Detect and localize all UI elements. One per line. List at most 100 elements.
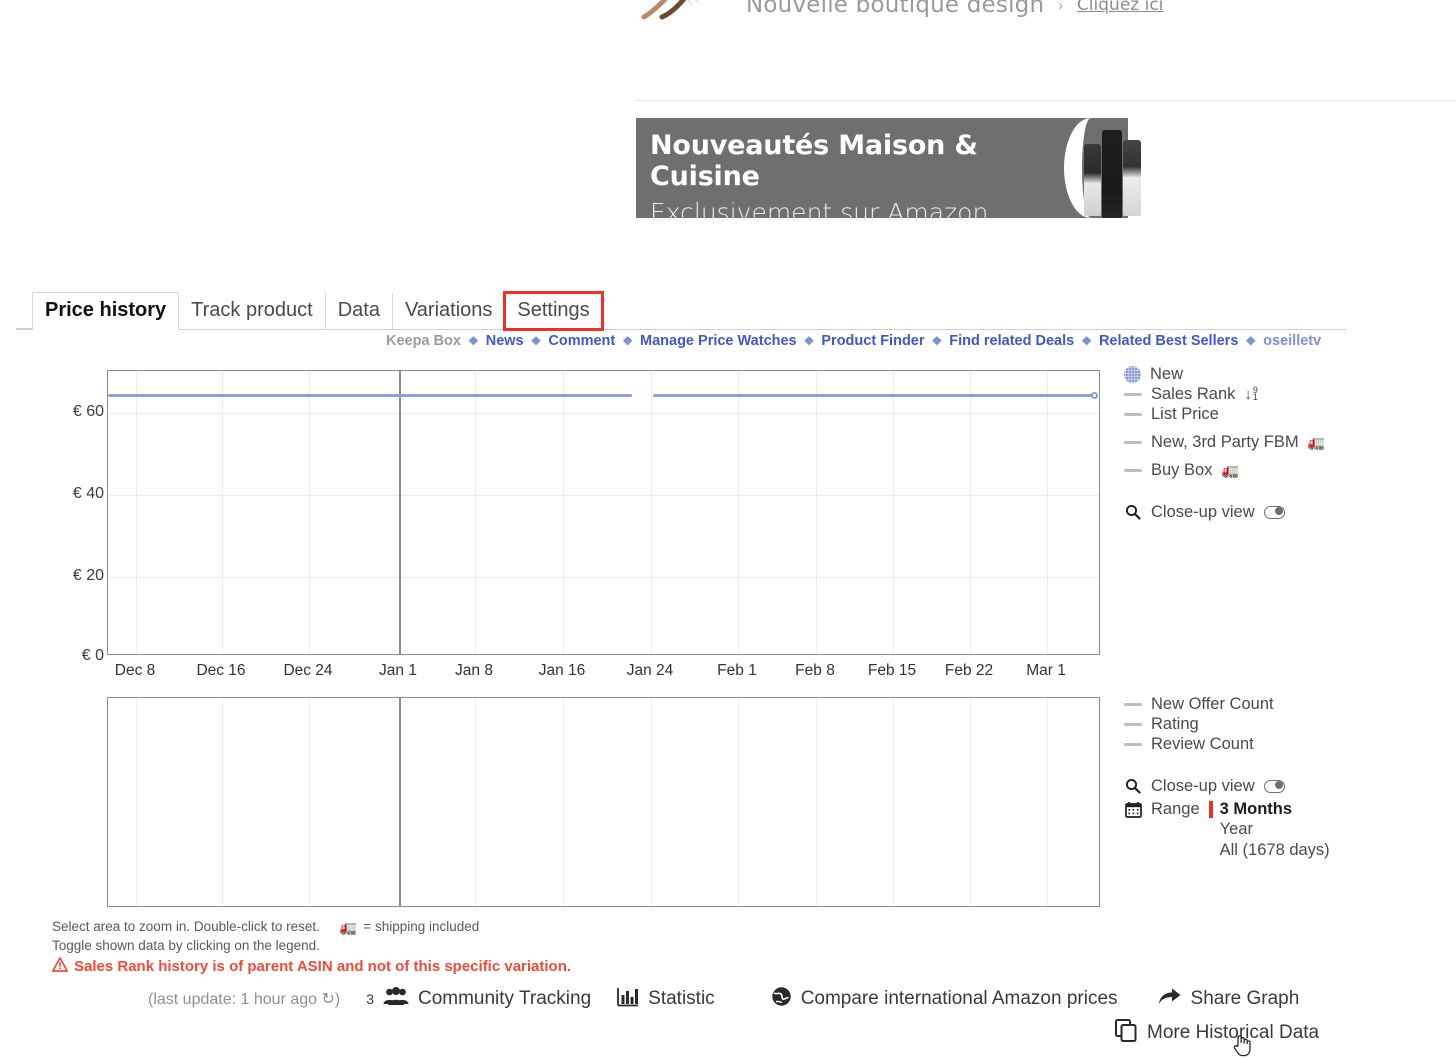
tab-variations[interactable]: Variations [392, 293, 506, 329]
statistic-button[interactable]: Statistic [617, 987, 715, 1012]
keepa-box-label: Keepa Box [386, 333, 461, 349]
banner-subhead: Exclusivement sur Amazon [650, 198, 989, 227]
gridline2-x-mar1 [1047, 698, 1048, 906]
link-find-related-deals[interactable]: Find related Deals [949, 332, 1074, 350]
gridline-x-jan8 [475, 371, 476, 654]
y-tick-20: € 20 [72, 567, 104, 584]
note-zoom-hint: Select area to zoom in. Double-click to … [52, 919, 320, 934]
link-username[interactable]: oseilletv [1263, 332, 1321, 350]
link-separator-icon: ❖ [1245, 334, 1257, 348]
compare-international-prices-label: Compare international Amazon prices [800, 988, 1118, 1009]
amazon-banner[interactable]: Nouveautés Maison & Cuisine Exclusivemen… [636, 118, 1141, 227]
keepa-price-history-page: Nouvelle boutique design › Cliquez ici N… [0, 0, 1456, 1059]
legend-item-new-3rd-party-fbm[interactable]: New, 3rd Party FBM 🚛 [1124, 432, 1454, 452]
legend-item-list-price[interactable]: List Price [1124, 404, 1454, 424]
last-update-text: (last update: 1 hour ago ↻) [148, 991, 341, 1008]
link-separator-icon: ❖ [1081, 334, 1092, 348]
community-tracking-button[interactable]: 3 Community Tracking [366, 986, 591, 1012]
dash-icon [1124, 722, 1142, 726]
ad-top-chevron-icon: › [1058, 0, 1063, 13]
link-news[interactable]: News [486, 332, 524, 350]
link-separator-icon: ❖ [803, 334, 815, 348]
gridline-x-feb15 [893, 371, 894, 654]
legend-item-new-offer-count[interactable]: New Offer Count [1124, 694, 1454, 714]
keepa-links-bar: Keepa Box ❖ News ❖ Comment ❖ Manage Pric… [386, 332, 1386, 350]
tab-price-history-label: Price history [45, 299, 167, 321]
x-tick-feb8: Feb 8 [795, 662, 835, 679]
gridline-x-feb1 [738, 371, 739, 654]
legend-item-sales-rank[interactable]: Sales Rank ↓ 9 1 [1124, 384, 1454, 404]
copy-pages-icon [1114, 1018, 1138, 1047]
legend-item-review-count[interactable]: Review Count [1124, 734, 1454, 754]
warning-sales-rank-parent-asin: Sales Rank history is of parent ASIN and… [51, 957, 571, 976]
legend-item-sales-rank-label: Sales Rank [1151, 384, 1236, 403]
new-series-circle-icon [1124, 365, 1141, 383]
closeup-view-toggle-top[interactable]: Close-up view [1124, 502, 1454, 522]
more-historical-data-button[interactable]: More Historical Data [1114, 1018, 1319, 1047]
community-tracking-count: 3 [366, 991, 374, 1007]
statistic-label: Statistic [648, 988, 715, 1009]
gridline-x-dec8 [136, 371, 137, 654]
range-option-3-months-label: 3 Months [1219, 800, 1293, 818]
shipping-truck-icon: 🚛 [1221, 462, 1239, 478]
series-new-segment-2[interactable] [653, 394, 1098, 397]
gridline-x-mar1 [1047, 371, 1048, 654]
x-tick-dec16: Dec 16 [196, 662, 246, 679]
shipping-truck-icon: 🚛 [339, 918, 358, 935]
gridline-x-jan1-year-boundary [399, 371, 401, 654]
price-plot-area[interactable] [107, 370, 1100, 655]
link-separator-icon: ❖ [530, 334, 542, 348]
x-tick-dec8: Dec 8 [114, 662, 156, 679]
x-tick-jan8: Jan 8 [455, 662, 493, 679]
ad-top-text: Nouvelle boutique design [746, 0, 1045, 18]
tab-track-product[interactable]: Track product [179, 293, 326, 329]
toggle-switch-icon[interactable] [1263, 505, 1285, 519]
x-tick-feb22: Feb 22 [944, 662, 994, 679]
tab-settings[interactable]: Settings [503, 291, 604, 331]
toggle-switch-icon[interactable] [1263, 779, 1285, 793]
range-selector: Range 3 Months Year All (1678 days) [1124, 800, 1454, 861]
tab-bar-lead [16, 294, 32, 329]
link-related-best-sellers[interactable]: Related Best Sellers [1099, 332, 1238, 350]
gridline2-x-jan24 [651, 698, 652, 906]
x-tick-jan24: Jan 24 [626, 662, 674, 679]
chart-toolbar: (last update: 1 hour ago ↻) 3 Community … [148, 986, 1448, 1012]
gridline2-x-feb8 [816, 698, 817, 906]
tab-price-history[interactable]: Price history [32, 292, 180, 330]
gridline2-x-jan8 [475, 698, 476, 906]
gridline2-x-feb1 [738, 698, 739, 906]
dash-icon [1124, 702, 1142, 706]
range-option-3-months[interactable]: 3 Months [1208, 800, 1330, 819]
x-tick-jan16: Jan 16 [538, 662, 586, 679]
secondary-plot-area[interactable] [107, 697, 1100, 907]
note-shipping-included: = shipping included [363, 919, 480, 934]
tab-data-label: Data [337, 299, 380, 321]
amazon-ad-top[interactable]: Nouvelle boutique design › Cliquez ici [636, 0, 1376, 28]
ad-top-link[interactable]: Cliquez ici [1077, 0, 1163, 15]
compare-international-prices-button[interactable]: Compare international Amazon prices [771, 986, 1118, 1012]
note-toggle-hint: Toggle shown data by clicking on the leg… [52, 938, 320, 953]
legend-item-new[interactable]: New [1124, 364, 1454, 384]
range-option-year[interactable]: Year [1220, 819, 1330, 840]
series-new-end-marker[interactable] [1091, 392, 1098, 399]
legend-item-rating[interactable]: Rating [1124, 714, 1454, 734]
dash-icon [1124, 392, 1142, 396]
gridline-x-jan16 [563, 371, 564, 654]
link-comment[interactable]: Comment [548, 332, 615, 350]
dash-icon [1124, 440, 1142, 444]
x-tick-feb15: Feb 15 [867, 662, 917, 679]
share-graph-button[interactable]: Share Graph [1158, 987, 1299, 1012]
link-separator-icon: ❖ [931, 334, 943, 348]
legend-item-buy-box[interactable]: Buy Box 🚛 [1124, 460, 1454, 480]
series-new-segment-1[interactable] [108, 394, 632, 397]
dash-icon [1124, 742, 1142, 746]
closeup-view-toggle-bottom[interactable]: Close-up view [1124, 776, 1454, 796]
link-separator-icon: ❖ [622, 334, 634, 348]
tab-data[interactable]: Data [325, 293, 393, 329]
gridline-y-60 [108, 413, 1099, 414]
link-product-finder[interactable]: Product Finder [821, 332, 924, 350]
bar-chart-icon [617, 987, 639, 1012]
range-option-all[interactable]: All (1678 days) [1220, 840, 1330, 861]
chart-legend-bottom: New Offer Count Rating Review Count Clos… [1124, 694, 1454, 861]
link-manage-price-watches[interactable]: Manage Price Watches [640, 332, 797, 350]
